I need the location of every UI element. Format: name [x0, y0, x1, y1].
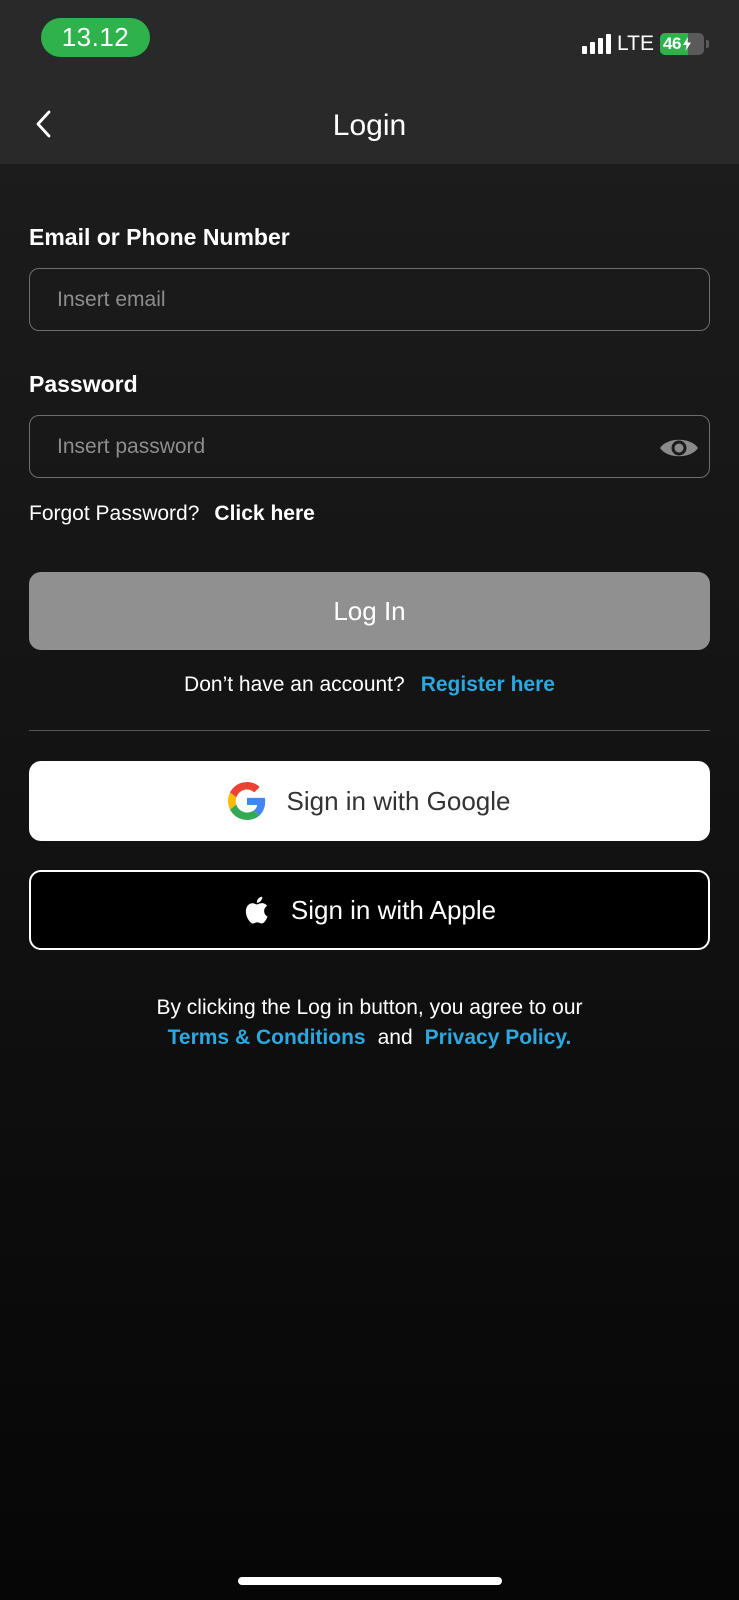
password-label: Password: [29, 371, 138, 397]
eye-icon: [660, 439, 698, 457]
legal-notice: By clicking the Log in button, you agree…: [0, 993, 739, 1053]
battery-icon: 46: [660, 33, 704, 55]
register-row: Don’t have an account? Register here: [0, 673, 739, 697]
legal-text: By clicking the Log in button, you agree…: [156, 996, 583, 1019]
register-link[interactable]: Register here: [421, 673, 555, 696]
email-field[interactable]: [29, 268, 710, 331]
email-label: Email or Phone Number: [29, 224, 290, 250]
terms-link[interactable]: Terms & Conditions: [168, 1026, 366, 1049]
status-time: 13.12: [41, 18, 150, 57]
apple-signin-button[interactable]: Sign in with Apple: [29, 870, 710, 950]
divider: [29, 730, 710, 731]
legal-and: and: [377, 1026, 413, 1049]
signal-icon: [582, 34, 612, 54]
privacy-link[interactable]: Privacy Policy.: [425, 1026, 572, 1049]
google-icon: [228, 782, 266, 820]
login-button[interactable]: Log In: [29, 572, 710, 650]
battery-cap: [706, 40, 709, 48]
forgot-password-row: Forgot Password? Click here: [29, 502, 315, 526]
charging-bolt-icon: [682, 37, 691, 51]
forgot-password-link[interactable]: Click here: [214, 502, 314, 526]
forgot-password-text: Forgot Password?: [29, 502, 200, 525]
password-field[interactable]: [29, 415, 710, 478]
page-title: Login: [332, 109, 407, 142]
register-prompt: Don’t have an account?: [184, 673, 405, 696]
google-signin-label: Sign in with Google: [286, 785, 511, 816]
password-visibility-toggle[interactable]: [658, 427, 700, 469]
google-signin-button[interactable]: Sign in with Google: [29, 761, 710, 841]
apple-signin-label: Sign in with Apple: [290, 894, 497, 925]
home-indicator[interactable]: [238, 1577, 502, 1585]
apple-icon: [245, 896, 268, 924]
network-type: LTE: [617, 32, 654, 55]
top-bar: 13.12 LTE 46 Login: [0, 0, 739, 164]
status-indicators: LTE 46: [582, 30, 709, 58]
battery-level: 46: [663, 34, 681, 53]
